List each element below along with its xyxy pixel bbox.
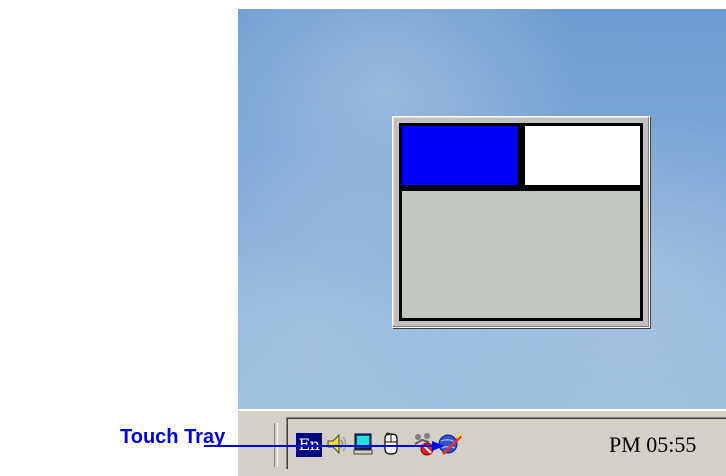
taskbar: En PM 05:55 (238, 409, 726, 476)
language-indicator-icon[interactable]: En (296, 433, 322, 457)
taskbar-separator (274, 423, 278, 467)
taskbar-clock[interactable]: PM 05:55 (609, 432, 696, 458)
mouse-touch-tray-icon[interactable] (379, 432, 403, 456)
touch-tray-popup[interactable] (392, 116, 650, 328)
screenshot-stage: En PM 05:55 Touch Tray (0, 0, 726, 476)
touch-tray-annotation-label: Touch Tray (120, 426, 226, 448)
touch-tray-popup-frame (399, 123, 643, 321)
left-button-indicator[interactable] (402, 126, 518, 185)
network-disconnected-icon[interactable] (412, 432, 436, 456)
system-tray: En PM 05:55 (286, 417, 726, 469)
monitor-icon[interactable] (351, 432, 375, 456)
globe-pen-icon[interactable] (437, 432, 463, 456)
touch-pad-area[interactable] (402, 191, 640, 318)
speaker-icon[interactable] (325, 432, 349, 456)
right-button-indicator[interactable] (525, 126, 640, 185)
